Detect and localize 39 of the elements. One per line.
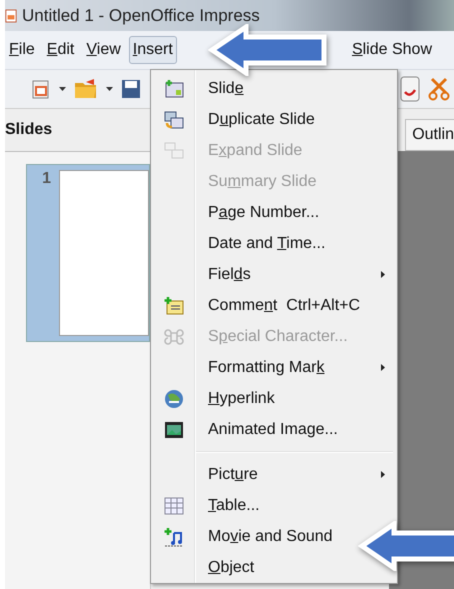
menu-item[interactable]: Movie and Sound [151,521,356,552]
new-document-icon[interactable] [31,78,51,100]
dropdown-icon[interactable] [106,86,113,92]
globe-icon [164,388,184,408]
view-tab[interactable]: Outlin [405,119,454,151]
menu-item[interactable]: Picture [151,459,356,490]
new-slide-icon [164,80,184,98]
comment-icon [164,296,184,314]
menu-item[interactable]: Formatting Mark [151,352,356,383]
expand-slides-icon [164,142,184,160]
panel-title: Slides [5,121,52,139]
slide-number: 1 [41,170,51,189]
menu-item[interactable]: Comment Ctrl+Alt+C [151,290,360,321]
menu-item[interactable]: Edit [42,36,78,64]
dropdown-icon[interactable] [59,86,66,92]
menu-item[interactable]: Slide Show [348,36,436,64]
menu-item[interactable]: Table... [151,490,356,521]
document-icon [5,8,17,24]
folder-icon[interactable] [74,78,98,100]
menu-item[interactable]: Object [151,552,356,583]
menu-item[interactable]: Fields [151,259,356,290]
duplicate-slides-icon [164,110,184,128]
slide-thumbnail[interactable]: 1 [26,164,150,342]
menu-item[interactable]: View [82,36,125,64]
music-note-icon [164,526,184,546]
spellcheck-icon[interactable] [400,76,420,102]
window-title: Untitled 1 - OpenOffice Impress [22,6,260,26]
menu-item[interactable]: File [5,36,39,64]
save-icon[interactable] [121,78,141,100]
scissors-icon[interactable] [428,77,450,101]
table-icon [164,496,184,514]
menu-item[interactable]: Date and Time... [151,228,356,259]
film-icon [164,420,184,438]
menu-item[interactable]: Animated Image... [151,414,356,445]
menu-item[interactable]: Hyperlink [151,383,356,414]
menu-item[interactable]: Duplicate Slide [151,104,356,135]
menu-item[interactable]: Page Number... [151,197,356,228]
menu-item[interactable]: Insert [128,36,177,64]
command-symbol-icon [164,328,184,346]
